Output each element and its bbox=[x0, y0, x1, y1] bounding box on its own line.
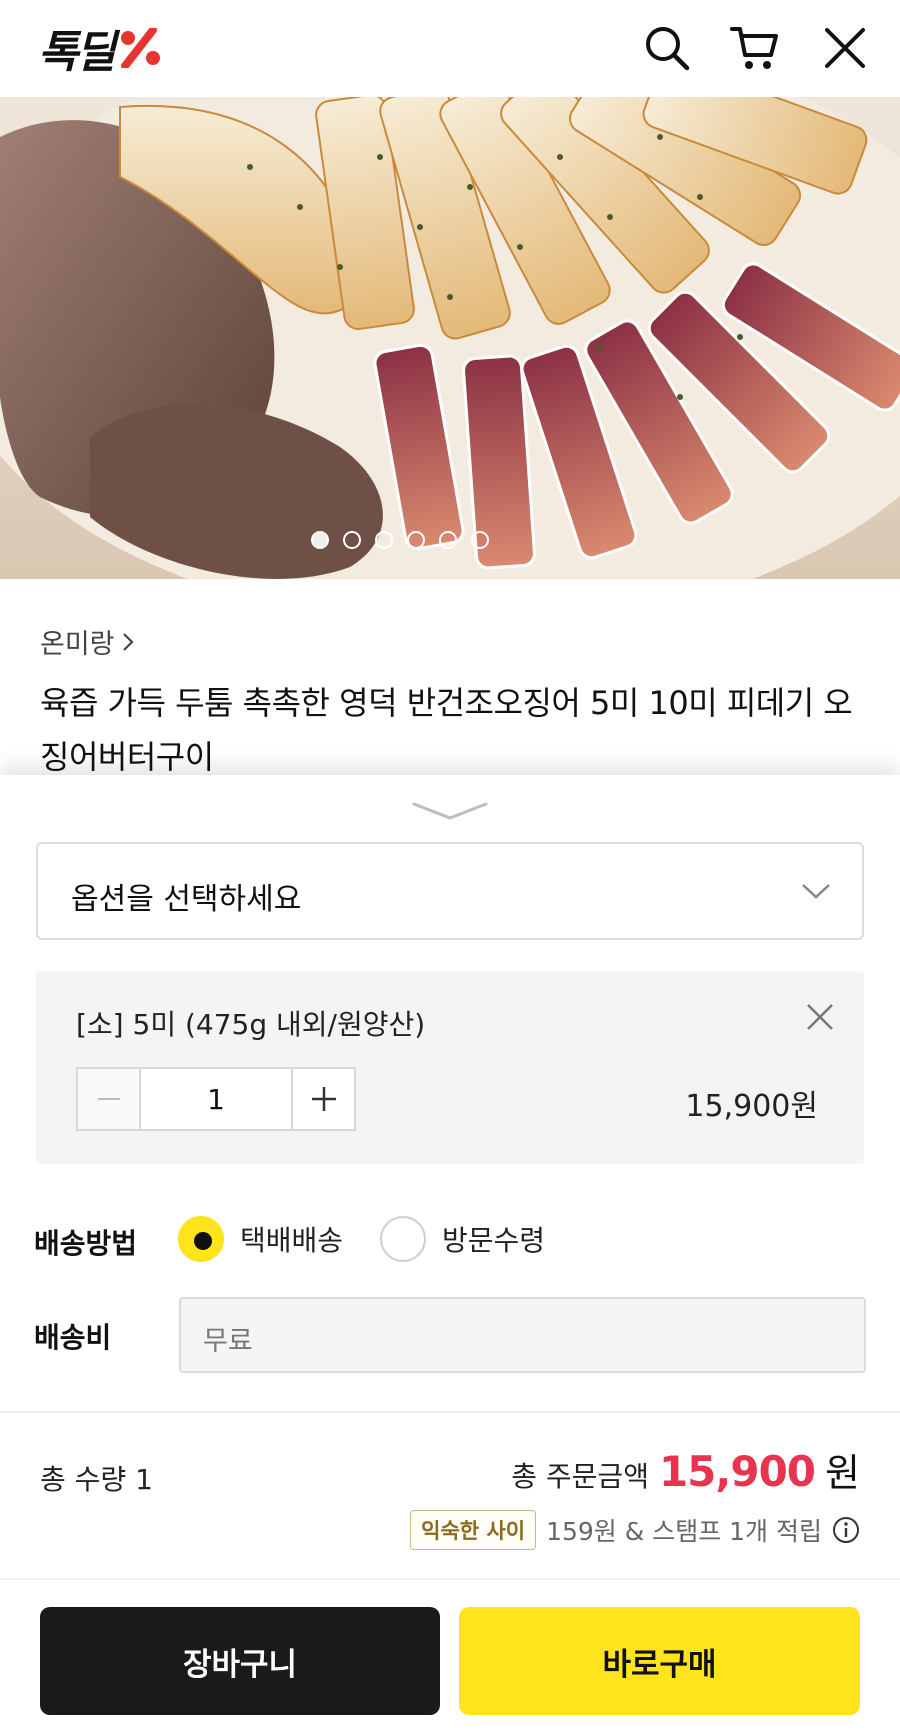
total-quantity: 총 수량 1 bbox=[40, 1463, 153, 1496]
radio-checked-icon bbox=[178, 1216, 224, 1262]
shipping-pickup-label: 방문수령 bbox=[442, 1224, 546, 1257]
selected-option-name: [소] 5미 (475g 내외/원양산) bbox=[76, 1008, 426, 1041]
gallery-dot[interactable] bbox=[439, 531, 457, 549]
plus-icon bbox=[311, 1087, 336, 1111]
grilled-squid-photo bbox=[0, 97, 900, 579]
product-image[interactable] bbox=[0, 97, 900, 579]
option-price: 15,900원 bbox=[685, 1089, 818, 1124]
shipping-parcel-radio[interactable]: 택배배송 bbox=[178, 1216, 343, 1262]
brand-name: 온미랑 bbox=[40, 629, 115, 660]
total-price-unit: 원 bbox=[825, 1451, 860, 1495]
brand-link[interactable]: 온미랑 bbox=[40, 622, 135, 661]
shipping-pickup-radio[interactable]: 방문수령 bbox=[380, 1216, 545, 1262]
quantity-stepper: 1 bbox=[76, 1067, 356, 1131]
gallery-pagination bbox=[0, 531, 850, 549]
collapse-handle-icon[interactable] bbox=[410, 798, 490, 822]
remove-option-icon[interactable] bbox=[802, 999, 838, 1035]
divider bbox=[0, 1411, 900, 1413]
minus-icon bbox=[97, 1098, 120, 1100]
divider bbox=[0, 1578, 900, 1580]
shipping-fee-field: 무료 bbox=[179, 1297, 866, 1373]
info-icon[interactable] bbox=[832, 1516, 860, 1544]
close-icon[interactable] bbox=[819, 22, 871, 74]
radio-unchecked-icon bbox=[380, 1216, 426, 1262]
gallery-dot[interactable] bbox=[343, 531, 361, 549]
quantity-decrease-button[interactable] bbox=[78, 1069, 141, 1129]
shipping-parcel-label: 택배배송 bbox=[240, 1224, 344, 1257]
gallery-dot[interactable] bbox=[375, 531, 393, 549]
option-select[interactable]: 옵션을 선택하세요 bbox=[36, 842, 864, 940]
gallery-dot[interactable] bbox=[407, 531, 425, 549]
gallery-dot[interactable] bbox=[311, 531, 329, 549]
chevron-right-icon bbox=[122, 632, 134, 651]
total-price-value: 15,900 bbox=[658, 1447, 816, 1496]
option-select-placeholder: 옵션을 선택하세요 bbox=[71, 882, 302, 917]
reward-text: 159원 & 스탬프 1개 적립 bbox=[546, 1517, 822, 1546]
percent-logo-icon bbox=[120, 28, 160, 68]
quantity-value[interactable]: 1 bbox=[141, 1069, 291, 1129]
top-bar: 톡딜 bbox=[0, 0, 900, 97]
order-total: 총 주문금액 15,900 원 bbox=[511, 1442, 860, 1497]
purchase-sheet: 옵션을 선택하세요 [소] 5미 (475g 내외/원양산) 1 15,900원… bbox=[0, 775, 900, 1731]
total-price-label: 총 주문금액 bbox=[511, 1460, 649, 1493]
shipping-fee-label: 배송비 bbox=[34, 1321, 112, 1354]
tokdeal-logo[interactable]: 톡딜 bbox=[38, 22, 163, 78]
product-title: 육즙 가득 두툼 촉촉한 영덕 반건조오징어 5미 10미 피데기 오징어버터구… bbox=[40, 684, 853, 776]
selected-option-card: [소] 5미 (475g 내외/원양산) 1 15,900원 bbox=[36, 971, 864, 1164]
cart-icon[interactable] bbox=[729, 22, 781, 74]
chevron-down-icon bbox=[802, 884, 830, 899]
reward-badge: 익숙한 사이 bbox=[410, 1510, 537, 1550]
buy-now-button[interactable]: 바로구매 bbox=[459, 1607, 860, 1715]
reward-info: 익숙한 사이 159원 & 스탬프 1개 적립 bbox=[410, 1510, 860, 1550]
quantity-increase-button[interactable] bbox=[291, 1069, 354, 1129]
shipping-method-label: 배송방법 bbox=[34, 1227, 138, 1260]
add-to-cart-button[interactable]: 장바구니 bbox=[40, 1607, 440, 1715]
gallery-dot[interactable] bbox=[471, 531, 489, 549]
search-icon[interactable] bbox=[641, 22, 693, 74]
logo-text: 톡딜 bbox=[38, 27, 116, 78]
shipping-fee-value: 무료 bbox=[203, 1326, 253, 1357]
